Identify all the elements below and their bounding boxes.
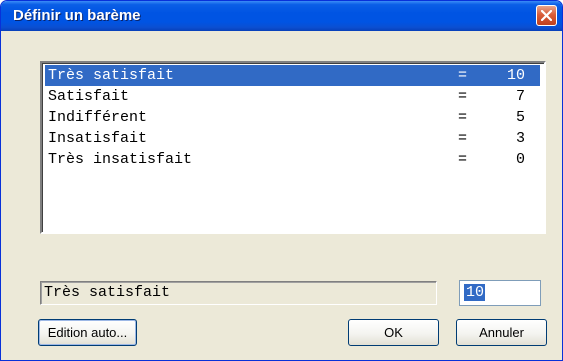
list-item-3[interactable]: Insatisfait = 3 (45, 128, 540, 149)
item-value: 7 (515, 88, 525, 105)
label-field-value: Très satisfait (44, 284, 171, 301)
list-item-4[interactable]: Très insatisfait = 0 (45, 149, 540, 170)
item-value: 3 (515, 130, 525, 147)
item-value: 10 (506, 67, 525, 84)
title-bar[interactable]: Définir un barème (1, 1, 562, 31)
score-input[interactable]: 10 (459, 280, 541, 306)
item-label: Indifférent (48, 109, 148, 126)
scale-dialog: Définir un barème Très satisfait = 10 Sa… (0, 0, 563, 361)
item-equals: = (458, 109, 468, 126)
list-item-2[interactable]: Indifférent = 5 (45, 107, 540, 128)
list-item-0[interactable]: Très satisfait = 10 (45, 65, 540, 86)
item-label: Insatisfait (48, 130, 148, 147)
item-label: Très insatisfait (48, 151, 193, 168)
item-value: 0 (515, 151, 525, 168)
item-label: Très satisfait (48, 67, 175, 84)
item-label: Satisfait (48, 88, 130, 105)
item-equals: = (458, 67, 468, 84)
close-button[interactable] (536, 5, 557, 26)
score-input-value: 10 (464, 284, 486, 301)
item-equals: = (458, 151, 468, 168)
item-equals: = (458, 88, 468, 105)
window-title: Définir un barème (13, 7, 141, 24)
label-field[interactable]: Très satisfait (40, 281, 437, 305)
item-value: 5 (515, 109, 525, 126)
cancel-button[interactable]: Annuler (456, 319, 547, 346)
ok-button[interactable]: OK (348, 319, 439, 346)
scale-listbox[interactable]: Très satisfait = 10 Satisfait = 7 Indiff… (40, 61, 546, 234)
item-equals: = (458, 130, 468, 147)
edition-auto-button[interactable]: Edition auto... (38, 319, 137, 346)
list-item-1[interactable]: Satisfait = 7 (45, 86, 540, 107)
